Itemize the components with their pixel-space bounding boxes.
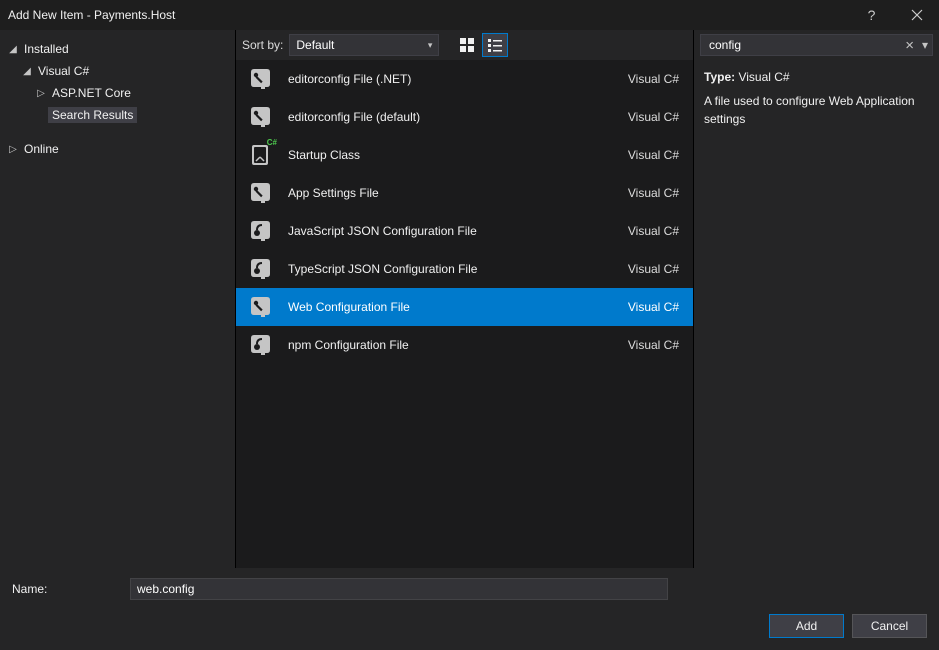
template-row[interactable]: editorconfig File (.NET) Visual C# (236, 60, 693, 98)
template-description: Type: Visual C# A file used to configure… (694, 62, 939, 134)
expand-icon: ▷ (6, 144, 20, 155)
name-label: Name: (12, 582, 130, 596)
details-pane: × ▾ Type: Visual C# A file used to confi… (694, 30, 939, 568)
json-icon (246, 217, 274, 245)
sort-by-label: Sort by: (240, 38, 283, 52)
template-row[interactable]: editorconfig File (default) Visual C# (236, 98, 693, 136)
expand-icon: ◢ (6, 44, 20, 55)
template-language: Visual C# (628, 72, 679, 86)
template-language: Visual C# (628, 224, 679, 238)
cancel-button[interactable]: Cancel (852, 614, 927, 638)
view-details-button[interactable] (483, 34, 507, 56)
chevron-down-icon: ▾ (428, 40, 433, 51)
type-label: Type: (704, 70, 735, 84)
template-toolbar: Sort by: Default ▾ (236, 30, 693, 60)
template-row[interactable]: JavaScript JSON Configuration File Visual… (236, 212, 693, 250)
category-tree: ◢ Installed ◢ Visual C# ▷ ASP.NET Core S… (0, 30, 235, 568)
expand-icon: ◢ (20, 66, 34, 77)
details-icon (488, 38, 502, 52)
name-row: Name: (12, 578, 927, 600)
search-input[interactable] (707, 37, 899, 53)
template-language: Visual C# (628, 338, 679, 352)
template-name: JavaScript JSON Configuration File (288, 224, 614, 238)
template-row[interactable]: npm Configuration File Visual C# (236, 326, 693, 364)
template-language: Visual C# (628, 262, 679, 276)
json-icon (246, 255, 274, 283)
wrench-icon (246, 179, 274, 207)
dropdown-icon[interactable]: ▾ (922, 38, 928, 52)
template-name: TypeScript JSON Configuration File (288, 262, 614, 276)
tree-node-visual-csharp[interactable]: ◢ Visual C# (6, 60, 229, 82)
wrench-icon (246, 65, 274, 93)
template-language: Visual C# (628, 186, 679, 200)
view-large-icons-button[interactable] (455, 34, 479, 56)
template-name: Web Configuration File (288, 300, 614, 314)
main-area: ◢ Installed ◢ Visual C# ▷ ASP.NET Core S… (0, 30, 939, 568)
template-language: Visual C# (628, 110, 679, 124)
wrench-icon (246, 293, 274, 321)
search-box[interactable]: × ▾ (700, 34, 933, 56)
wrench-icon (246, 103, 274, 131)
footer: Name: Add Cancel (0, 568, 939, 650)
help-button[interactable]: ? (849, 0, 894, 30)
template-row[interactable]: C# Startup Class Visual C# (236, 136, 693, 174)
template-row[interactable]: Web Configuration File Visual C# (236, 288, 693, 326)
title-bar: Add New Item - Payments.Host ? (0, 0, 939, 30)
tree-node-installed[interactable]: ◢ Installed (6, 38, 229, 60)
add-button[interactable]: Add (769, 614, 844, 638)
close-icon (911, 9, 923, 21)
template-pane: Sort by: Default ▾ editorconfig Fil (235, 30, 694, 568)
window-title: Add New Item - Payments.Host (8, 8, 175, 22)
button-row: Add Cancel (12, 614, 927, 638)
json-icon (246, 331, 274, 359)
template-language: Visual C# (628, 300, 679, 314)
clear-search-button[interactable]: × (901, 37, 918, 54)
template-name: Startup Class (288, 148, 614, 162)
sort-by-dropdown[interactable]: Default ▾ (289, 34, 439, 56)
template-name: App Settings File (288, 186, 614, 200)
template-language: Visual C# (628, 148, 679, 162)
name-input[interactable] (130, 578, 668, 600)
template-name: npm Configuration File (288, 338, 614, 352)
tree-node-online[interactable]: ▷ Online (6, 138, 229, 160)
template-row[interactable]: App Settings File Visual C# (236, 174, 693, 212)
template-name: editorconfig File (default) (288, 110, 614, 124)
type-value: Visual C# (738, 70, 789, 84)
tree-node-search-results[interactable]: Search Results (6, 104, 229, 126)
close-button[interactable] (894, 0, 939, 30)
template-row[interactable]: TypeScript JSON Configuration File Visual… (236, 250, 693, 288)
expand-icon: ▷ (34, 88, 48, 99)
csfile-icon: C# (246, 141, 274, 169)
large-icons-icon (460, 38, 474, 52)
description-text: A file used to configure Web Application… (704, 92, 929, 128)
tree-node-aspnet-core[interactable]: ▷ ASP.NET Core (6, 82, 229, 104)
template-name: editorconfig File (.NET) (288, 72, 614, 86)
template-list[interactable]: editorconfig File (.NET)Visual C#editorc… (236, 60, 693, 566)
